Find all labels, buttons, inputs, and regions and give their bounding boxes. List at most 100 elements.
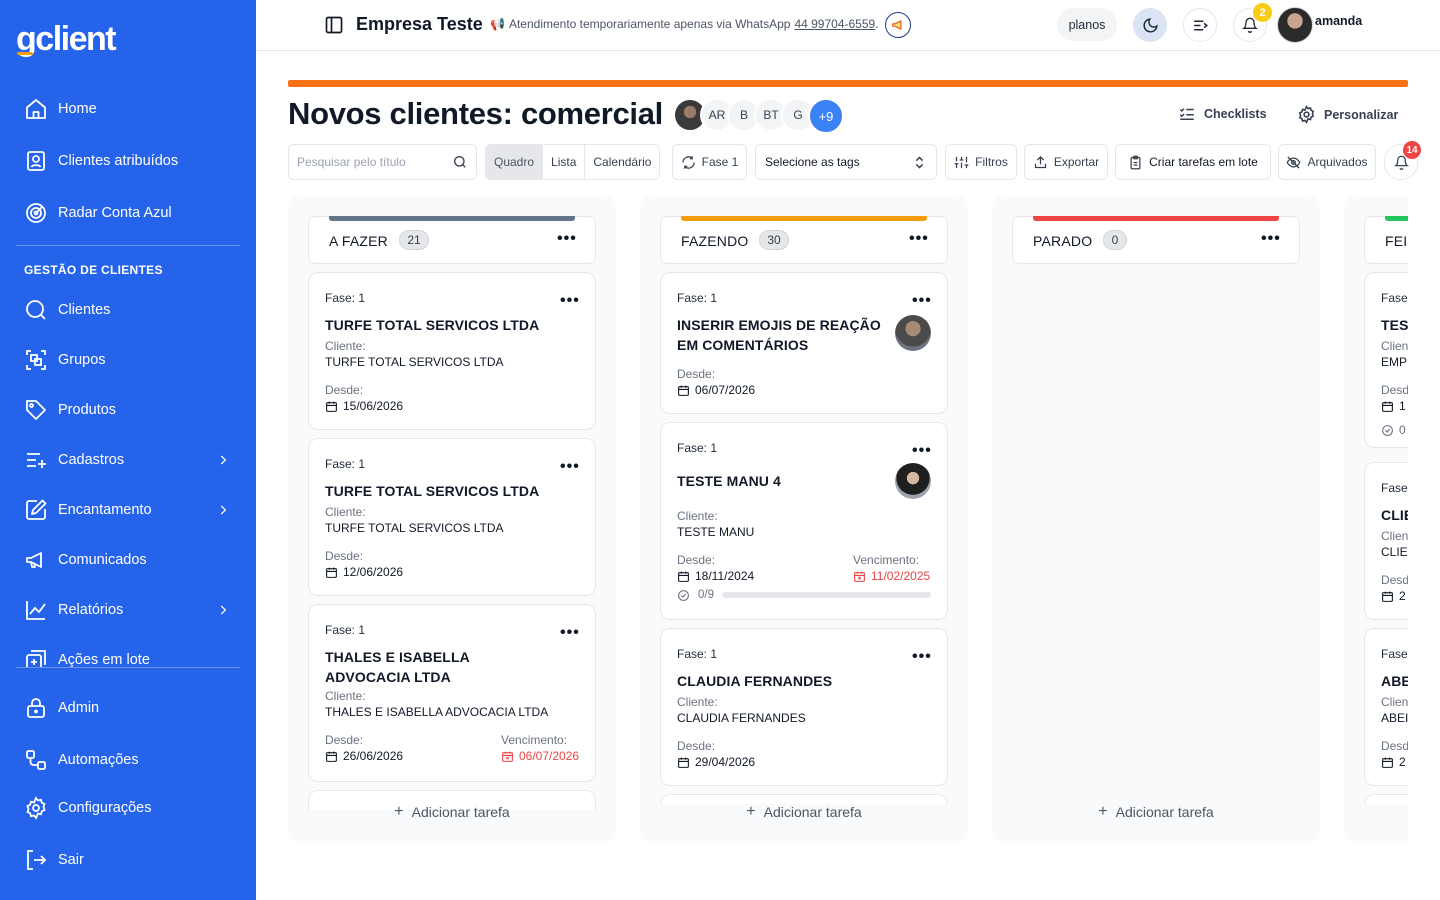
sidebar-item-encantamento[interactable]: Encantamento (24, 495, 234, 525)
column-header: FAZENDO 30 ••• (660, 216, 948, 264)
task-card[interactable]: Fase TES Clien EMP Desd 1 0 (1364, 272, 1408, 448)
sidebar-item-produtos[interactable]: Produtos (24, 395, 234, 425)
announcements-button[interactable] (885, 12, 911, 38)
archived-button[interactable]: Arquivados (1278, 144, 1376, 180)
sidebar-item-configuracoes[interactable]: Configurações (24, 793, 234, 823)
tags-select[interactable]: Selecione as tags (755, 144, 937, 180)
card-since-value: 2 (1381, 589, 1406, 603)
card-client-label: Cliente: (325, 339, 366, 353)
column-menu-icon[interactable]: ••• (557, 231, 577, 247)
sidebar-item-acoes-em-lote[interactable]: Ações em lote (24, 645, 234, 667)
notice-text: Atendimento temporariamente apenas via W… (508, 17, 791, 31)
task-card[interactable]: Fase: 1 ••• TURFE TOTAL SERVICOS LTDA Cl… (308, 438, 596, 596)
sidebar-item-admin[interactable]: Admin (24, 693, 234, 723)
sidebar-item-automacoes[interactable]: Automações (24, 745, 234, 775)
task-card-partial[interactable] (1364, 794, 1408, 804)
sidebar-item-relatorios[interactable]: Relatórios (24, 595, 234, 625)
username[interactable]: amanda (1315, 14, 1362, 28)
since-date: 06/07/2026 (695, 383, 756, 397)
more-members-button[interactable]: +9 (808, 98, 844, 134)
since-date: 29/04/2026 (695, 755, 756, 769)
calendar-icon (1382, 757, 1393, 768)
user-avatar[interactable] (1277, 7, 1313, 43)
megaphone-icon (26, 552, 42, 568)
plans-button[interactable]: planos (1057, 8, 1117, 41)
task-card[interactable]: Fase: 1 ••• THALES E ISABELLA ADVOCACIA … (308, 604, 596, 782)
sidebar-item-radar-conta-azul[interactable]: Radar Conta Azul (24, 198, 234, 228)
card-menu-icon[interactable]: ••• (560, 459, 580, 475)
card-client-label: Cliente: (677, 695, 718, 709)
eye-off-icon (1287, 155, 1301, 169)
card-menu-icon[interactable]: ••• (912, 649, 932, 665)
upload-icon (1034, 155, 1046, 168)
filters-button[interactable]: Filtros (945, 144, 1017, 180)
column-header: A FAZER 21 ••• (308, 216, 596, 264)
view-tab-lista[interactable]: Lista (543, 145, 586, 179)
notifications-button[interactable]: 2 (1233, 3, 1272, 42)
sidebar-toggle-icon[interactable] (324, 15, 344, 35)
since-date: 15/06/2026 (343, 399, 404, 413)
view-switcher: Quadro Lista Calendário (485, 144, 661, 180)
task-card[interactable]: Fase ABE Clien ABEI Desd 2 (1364, 628, 1408, 786)
checklist-icon (1179, 108, 1194, 120)
since-date: 12/06/2026 (343, 565, 404, 579)
sidebar-item-home[interactable]: Home (24, 94, 234, 124)
notice-end: . (875, 17, 879, 31)
card-since-label: Desde: (677, 367, 716, 381)
batch-create-button[interactable]: Criar tarefas em lote (1115, 144, 1271, 180)
plus-icon: + (746, 803, 756, 820)
card-phase: Fase: 1 (325, 457, 366, 471)
board-notifications-button[interactable]: 14 (1384, 141, 1421, 180)
task-card[interactable]: Fase: 1 ••• CLAUDIA FERNANDES Cliente: C… (660, 628, 948, 786)
check-circle-icon (1382, 424, 1393, 436)
card-phase: Fase: 1 (325, 623, 366, 637)
card-menu-icon[interactable]: ••• (560, 293, 580, 309)
card-since-label: Desde: (325, 549, 364, 563)
card-since-label: Desde: (677, 553, 716, 567)
add-task-button[interactable]: + Adicionar tarefa (640, 803, 968, 821)
task-card[interactable]: Fase: 1 ••• TESTE MANU 4 Cliente: TESTE … (660, 422, 948, 620)
phase-selector[interactable]: Fase 1 (672, 144, 747, 180)
notice-phone-link[interactable]: 44 99704-6559 (794, 17, 875, 31)
task-card[interactable]: Fase: 1 ••• TURFE TOTAL SERVICOS LTDA Cl… (308, 272, 596, 430)
assignee-avatar[interactable] (895, 315, 931, 351)
company-name[interactable]: Empresa Teste (356, 14, 483, 35)
brand-logo[interactable]: gclient (16, 20, 117, 59)
sidebar-item-clientes[interactable]: Clientes (24, 295, 234, 325)
sidebar-item-cadastros[interactable]: Cadastros (24, 445, 234, 475)
sidebar-item-comunicados[interactable]: Comunicados (24, 545, 234, 575)
customize-button[interactable]: Personalizar (1297, 105, 1398, 124)
plus-icon: + (394, 803, 404, 820)
board-members[interactable]: AR B BT G +9 (673, 98, 844, 134)
task-card[interactable]: Fase CLIE Clien CLIE Desd 2 (1364, 462, 1408, 620)
column-color-stripe (1385, 216, 1408, 221)
task-list-button[interactable] (1183, 8, 1217, 42)
calendar-x-icon (502, 751, 513, 762)
radar-icon (26, 203, 46, 223)
export-button[interactable]: Exportar (1024, 144, 1108, 180)
sidebar-item-clientes-atribuidos[interactable]: Clientes atribuídos (24, 146, 234, 176)
card-menu-icon[interactable]: ••• (912, 293, 932, 309)
add-task-button[interactable]: + Adicionar tarefa (992, 803, 1320, 821)
assignee-avatar[interactable] (895, 463, 931, 499)
add-task-button[interactable]: + Adicionar tarefa (288, 803, 616, 821)
column-menu-icon[interactable]: ••• (1261, 231, 1281, 247)
search-input[interactable]: Pesquisar pelo título (288, 144, 477, 180)
export-label: Exportar (1053, 155, 1100, 169)
checklist-count: 0/9 (698, 589, 714, 601)
card-menu-icon[interactable]: ••• (560, 625, 580, 641)
view-tab-calendario[interactable]: Calendário (585, 145, 659, 179)
column-menu-icon[interactable]: ••• (909, 231, 929, 247)
sidebar-item-grupos[interactable]: Grupos (24, 345, 234, 375)
sidebar-item-sair[interactable]: Sair (24, 845, 234, 875)
card-menu-icon[interactable]: ••• (912, 443, 932, 459)
task-card[interactable]: Fase: 1 ••• INSERIR EMOJIS DE REAÇÃO EM … (660, 272, 948, 414)
checklists-button[interactable]: Checklists (1178, 105, 1267, 123)
gear-icon (26, 796, 46, 820)
column-name: FEI (1385, 233, 1408, 249)
card-since-value: 12/06/2026 (325, 565, 403, 579)
clipboard-icon (1130, 155, 1141, 169)
card-title: TES (1381, 317, 1408, 333)
view-tab-quadro[interactable]: Quadro (486, 145, 544, 179)
dark-mode-toggle[interactable] (1133, 8, 1167, 42)
